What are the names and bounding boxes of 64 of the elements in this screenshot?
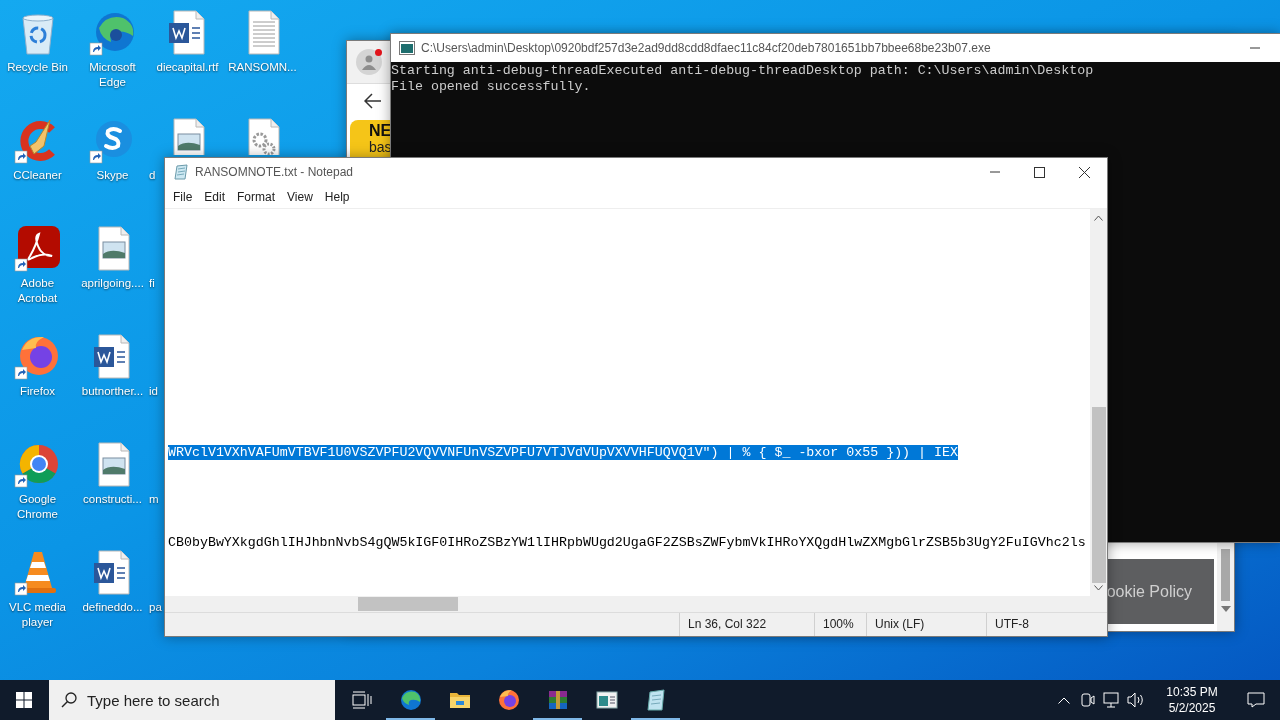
scroll-up-icon[interactable] — [1094, 215, 1103, 221]
scroll-down-icon[interactable] — [1220, 605, 1231, 613]
status-text: UTF-8 — [986, 613, 1107, 636]
clock-time: 10:35 PM — [1166, 684, 1218, 700]
pdf-logo-icon[interactable] — [13, 224, 62, 272]
cookie-policy-link[interactable]: ookie Policy — [1106, 582, 1192, 601]
device-icon — [1081, 692, 1095, 708]
console-output: File opened successfully. — [391, 79, 591, 95]
icon-label[interactable]: VLC media player — [1, 600, 74, 630]
icon-label[interactable]: aprilgoing.... — [76, 276, 149, 291]
menu-item[interactable]: Edit — [198, 188, 232, 206]
search-field[interactable]: Type here to search — [49, 680, 335, 720]
icon-label[interactable]: constructi... — [76, 492, 149, 507]
status-text: Unix (LF) — [866, 613, 986, 636]
icon-label[interactable]: id — [149, 384, 158, 399]
text-line: CB0byBwYXkgdGhlIHJhbnNvbS4gQW5kIGF0IHRoZSBzYW1lIHRpbWUgd2UgaGF2ZSBsZWFybmVkIHRoYXQgdHlwZXMgbGlrZSB5b3UgY2FuIGVhc2ls — [168, 535, 1086, 550]
search-icon — [61, 692, 77, 708]
icon-label[interactable]: diecapital.rtf — [151, 60, 224, 75]
vertical-scrollbar[interactable] — [1090, 209, 1107, 596]
network-icon — [1103, 692, 1121, 708]
task-view-icon — [351, 691, 372, 709]
icon-label[interactable]: butnorther... — [76, 384, 149, 399]
icon-label[interactable]: Microsoft Edge — [76, 60, 149, 90]
icon-label[interactable]: Google Chrome — [1, 492, 74, 522]
icon-label[interactable]: Adobe Acrobat — [1, 276, 74, 306]
app-window-icon — [594, 688, 619, 712]
maximize-icon — [1034, 166, 1045, 178]
close-icon — [1079, 166, 1090, 178]
back-arrow-icon[interactable] — [364, 93, 382, 109]
speaker-icon — [1127, 692, 1145, 708]
icon-label[interactable]: Recycle Bin — [1, 60, 74, 75]
status-text: Ln 36, Col 322 — [679, 613, 814, 636]
clock-date: 5/2/2025 — [1168, 700, 1216, 716]
icon-label[interactable]: pa — [149, 600, 162, 615]
icon-label[interactable]: RANSOMN... — [226, 60, 299, 75]
icon-label[interactable]: CCleaner — [1, 168, 74, 183]
icon-label[interactable]: Firefox — [1, 384, 74, 399]
icon-label[interactable]: Skype — [76, 168, 149, 183]
console-output: Starting anti-debug-threadExecuted anti-debug-threadDesktop path: C:\Users\admin\Desktop — [391, 63, 1094, 79]
speech-bubble-icon — [1247, 692, 1265, 708]
notepad-icon — [173, 164, 189, 180]
menu-item[interactable]: Format — [231, 188, 282, 206]
scrollbar-thumb[interactable] — [1221, 549, 1230, 601]
notification-dot — [375, 49, 382, 56]
window-title: C:\Users\admin\Desktop\0920bdf257d3e2ad9dd8cdd8dfaec11c84cf20deb7801651bb7bbee68be23b07.exe — [421, 41, 992, 55]
icon-label[interactable]: d — [149, 168, 156, 183]
scroll-down-icon[interactable] — [1094, 585, 1103, 591]
icon-label[interactable]: m — [149, 492, 159, 507]
menu-item[interactable]: Help — [318, 188, 356, 206]
profile-avatar[interactable] — [356, 49, 382, 75]
fox-logo-icon — [496, 688, 521, 712]
icon-label[interactable]: defineddo... — [76, 600, 149, 615]
clock[interactable]: 10:35 PM 5/2/2025 — [1152, 684, 1232, 716]
chevron-up-icon — [1058, 696, 1070, 704]
windows-logo-icon — [16, 692, 32, 708]
person-icon — [361, 54, 377, 70]
icon-label[interactable]: fi — [149, 276, 155, 291]
status-text: 100% — [814, 613, 866, 636]
menu-item[interactable]: View — [281, 188, 319, 206]
window-title: RANSOMNOTE.txt - Notepad — [195, 165, 355, 179]
banner-title: NE — [369, 122, 393, 140]
console-icon — [399, 41, 415, 55]
swirl-logo-icon — [398, 688, 423, 712]
menu-item[interactable]: File — [167, 188, 199, 206]
